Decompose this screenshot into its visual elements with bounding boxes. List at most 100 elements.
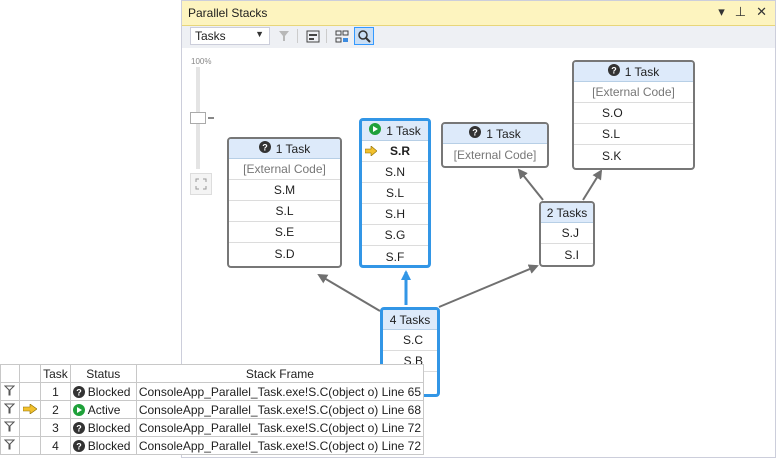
node-header-label: 1 Task (386, 123, 421, 138)
current-stack-frame[interactable]: S.R (362, 141, 428, 162)
svg-text:?: ? (76, 441, 82, 451)
stack-frame[interactable]: S.I (541, 244, 593, 265)
show-external-code-button[interactable] (332, 27, 352, 45)
stack-frame[interactable]: S.N (362, 162, 428, 183)
node-header: ? 1 Task (574, 62, 693, 82)
column-header-status[interactable]: Status (69, 364, 137, 383)
auto-scroll-icon (358, 30, 371, 43)
flag-icon (4, 421, 16, 431)
task-id: 2 (40, 400, 71, 419)
node-header: 1 Task (362, 121, 428, 141)
stack-frame[interactable]: S.D (229, 243, 340, 264)
stack-frame[interactable]: [External Code] (443, 144, 547, 165)
stack-frame[interactable]: [External Code] (229, 159, 340, 180)
node-header: ? 1 Task (229, 139, 340, 159)
stack-node-5[interactable]: 2 Tasks S.J S.I (539, 201, 595, 267)
toolbar-separator (326, 29, 327, 43)
svg-text:?: ? (76, 387, 82, 397)
node-header-label: 1 Task (275, 141, 311, 156)
show-external-code-icon (335, 30, 349, 42)
node-header-label: 1 Task (486, 126, 521, 141)
stack-node-4[interactable]: ? 1 Task [External Code] S.O S.L S.K (572, 60, 695, 170)
flag-cell[interactable] (0, 382, 20, 401)
svg-text:?: ? (76, 423, 82, 433)
column-header-stack-frame[interactable]: Stack Frame (135, 364, 425, 383)
view-select-value: Tasks (195, 29, 226, 43)
close-icon[interactable]: ✕ (756, 4, 767, 20)
stack-frame[interactable]: S.M (229, 180, 340, 201)
stack-frame[interactable]: S.F (362, 246, 428, 265)
svg-text:?: ? (262, 143, 268, 153)
current-cell (18, 400, 42, 419)
dropdown-caret-icon[interactable]: ▾ (718, 4, 725, 20)
table-row[interactable]: 3 ? Blocked ConsoleApp_Parallel_Task.exe!… (0, 418, 425, 437)
stack-frame[interactable]: S.H (362, 204, 428, 225)
title-bar-controls: ▾ ⊥ ✕ (718, 4, 767, 20)
stack-node-3[interactable]: ? 1 Task [External Code] (441, 122, 549, 168)
tasks-grid: Task Status Stack Frame 1 ? Blocked Conso… (0, 364, 425, 455)
stack-frame[interactable]: [External Code] (574, 82, 693, 103)
edge-2tasks-to-node4 (582, 169, 603, 201)
view-select[interactable]: Tasks ▼ (190, 27, 270, 45)
current-task-arrow-icon (22, 402, 38, 415)
column-header-task[interactable]: Task (40, 364, 71, 383)
stack-frame[interactable]: S.L (574, 124, 693, 145)
node-header: 2 Tasks (541, 203, 593, 223)
stack-frame[interactable]: S.G (362, 225, 428, 246)
stack-frame-cell: ConsoleApp_Parallel_Task.exe!S.C(object … (135, 382, 425, 401)
node-header: ? 1 Task (443, 124, 547, 144)
stack-frame-cell: ConsoleApp_Parallel_Task.exe!S.C(object … (135, 400, 425, 419)
stack-node-1[interactable]: ? 1 Task [External Code] S.M S.L S.E S.D (227, 137, 342, 268)
stack-frame[interactable]: S.E (229, 222, 340, 243)
stack-frame[interactable]: S.O (574, 103, 693, 124)
stack-frame[interactable]: S.C (383, 330, 437, 351)
edge-2tasks-to-node3 (517, 168, 544, 201)
flag-cell[interactable] (0, 400, 20, 419)
svg-text:?: ? (611, 66, 617, 76)
flag-cell[interactable] (0, 436, 20, 455)
filter-icon (279, 31, 289, 41)
title-bar: Parallel Stacks ▾ ⊥ ✕ (182, 1, 775, 26)
node-header-label: 1 Task (624, 64, 660, 79)
column-header-flag[interactable] (0, 364, 20, 383)
filter-button[interactable] (274, 27, 294, 45)
current-cell (18, 436, 42, 455)
stack-frame-cell: ConsoleApp_Parallel_Task.exe!S.C(object … (135, 436, 425, 455)
pin-icon[interactable]: ⊥ (735, 4, 746, 20)
blocked-icon: ? (72, 421, 85, 434)
stack-frame[interactable]: S.L (362, 183, 428, 204)
node-header: 4 Tasks (383, 310, 437, 330)
stack-frame[interactable]: S.K (574, 145, 693, 166)
toggle-method-view-icon (306, 30, 320, 42)
status-text: Blocked (87, 384, 131, 399)
column-header-current[interactable] (18, 364, 42, 383)
auto-scroll-button[interactable] (354, 27, 374, 45)
table-row[interactable]: 2 Active ConsoleApp_Parallel_Task.exe!S.… (0, 400, 425, 419)
stack-frame-cell: ConsoleApp_Parallel_Task.exe!S.C(object … (135, 418, 425, 437)
current-cell (18, 418, 42, 437)
svg-text:?: ? (473, 128, 479, 138)
blocked-icon: ? (469, 126, 482, 141)
task-id: 4 (40, 436, 71, 455)
flag-icon (4, 439, 16, 449)
edge-4tasks-to-2tasks (438, 264, 539, 308)
flag-icon (4, 385, 16, 395)
blocked-icon: ? (258, 141, 271, 156)
blocked-icon: ? (607, 64, 620, 79)
toolbar-separator (297, 29, 298, 43)
flag-icon (4, 403, 16, 413)
status-cell: Active (69, 400, 137, 419)
flag-cell[interactable] (0, 418, 20, 437)
window-title: Parallel Stacks (188, 6, 268, 20)
active-icon (72, 403, 85, 416)
node-header-label: 2 Tasks (546, 205, 588, 220)
stack-frame[interactable]: S.J (541, 223, 593, 244)
stack-frame-label: S.R (390, 144, 411, 158)
table-row[interactable]: 1 ? Blocked ConsoleApp_Parallel_Task.exe!… (0, 382, 425, 401)
stack-node-2-active[interactable]: 1 Task S.R S.N S.L S.H S.G S.F (359, 118, 431, 268)
stack-frame[interactable]: S.L (229, 201, 340, 222)
table-row[interactable]: 4 ? Blocked ConsoleApp_Parallel_Task.exe!… (0, 436, 425, 455)
status-text: Active (87, 402, 121, 417)
status-text: Blocked (87, 438, 131, 453)
toggle-method-view-button[interactable] (303, 27, 323, 45)
